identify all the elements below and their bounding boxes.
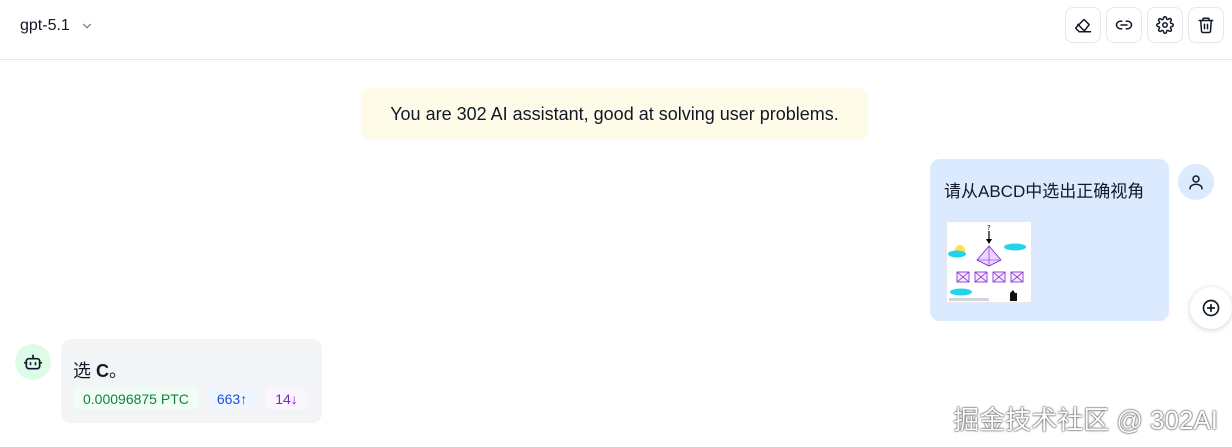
arrow-up-icon: ↑ — [240, 391, 248, 407]
share-link-button[interactable] — [1106, 7, 1142, 43]
gear-icon — [1156, 16, 1174, 34]
top-bar: gpt-5.1 — [0, 0, 1232, 60]
chevron-down-icon — [82, 23, 91, 29]
model-name: gpt-5.1 — [20, 17, 70, 34]
puzzle-image: ? — [947, 222, 1031, 302]
eraser-icon — [1075, 19, 1092, 33]
answer-choice: C — [96, 361, 110, 381]
cost-badge: 0.00096875 PTC — [73, 388, 199, 410]
user-message-text: 请从ABCD中选出正确视角 — [944, 182, 1145, 201]
watermark: 掘金技术社区 @ 302AI — [953, 405, 1218, 435]
delete-button[interactable] — [1188, 7, 1224, 43]
assistant-message-text: 选 C。 — [73, 357, 127, 383]
robot-icon — [23, 354, 43, 370]
svg-text:?: ? — [987, 224, 991, 232]
user-icon — [1189, 175, 1203, 190]
assistant-message-bubble: 选 C。 0.00096875 PTC 663↑ 14↓ — [61, 339, 322, 423]
model-selector[interactable]: gpt-5.1 — [20, 14, 94, 38]
output-tokens-badge: 14↓ — [265, 388, 308, 410]
input-tokens-badge: 663↑ — [206, 388, 258, 410]
toolbar — [1065, 7, 1224, 43]
output-tokens-value: 14 — [275, 391, 291, 407]
assistant-avatar — [15, 344, 51, 380]
settings-button[interactable] — [1147, 7, 1183, 43]
user-message-bubble: 请从ABCD中选出正确视角 ? — [930, 159, 1169, 321]
add-button[interactable] — [1190, 287, 1232, 329]
user-avatar — [1178, 164, 1214, 200]
answer-suffix: 。 — [109, 361, 128, 381]
arrow-down-icon: ↓ — [290, 391, 298, 407]
usage-stats: 0.00096875 PTC 663↑ 14↓ — [73, 388, 308, 410]
attached-image-thumbnail[interactable]: ? — [946, 221, 1032, 303]
system-prompt-message: You are 302 AI assistant, good at solvin… — [361, 88, 868, 140]
plus-circle-icon — [1202, 299, 1220, 317]
clear-button[interactable] — [1065, 7, 1101, 43]
input-tokens-value: 663 — [216, 391, 241, 407]
link-icon — [1115, 20, 1133, 30]
trash-icon — [1198, 17, 1214, 34]
answer-prefix: 选 — [73, 361, 97, 381]
